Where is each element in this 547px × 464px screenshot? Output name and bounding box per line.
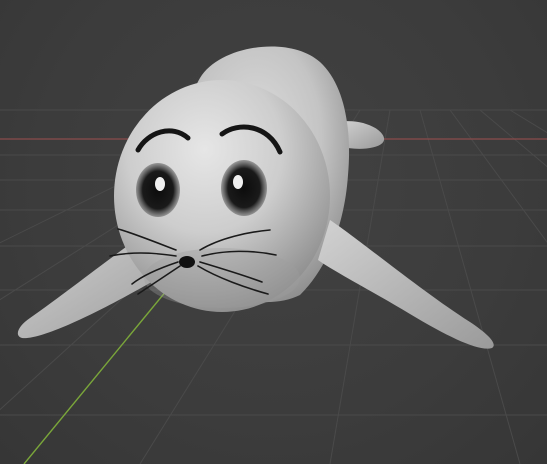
viewport-canvas: [0, 46, 547, 464]
3d-viewport[interactable]: [0, 0, 547, 464]
nose: [179, 256, 195, 268]
right-eye: [221, 160, 267, 216]
seal-model[interactable]: [17, 46, 494, 349]
right-flipper: [318, 220, 494, 349]
